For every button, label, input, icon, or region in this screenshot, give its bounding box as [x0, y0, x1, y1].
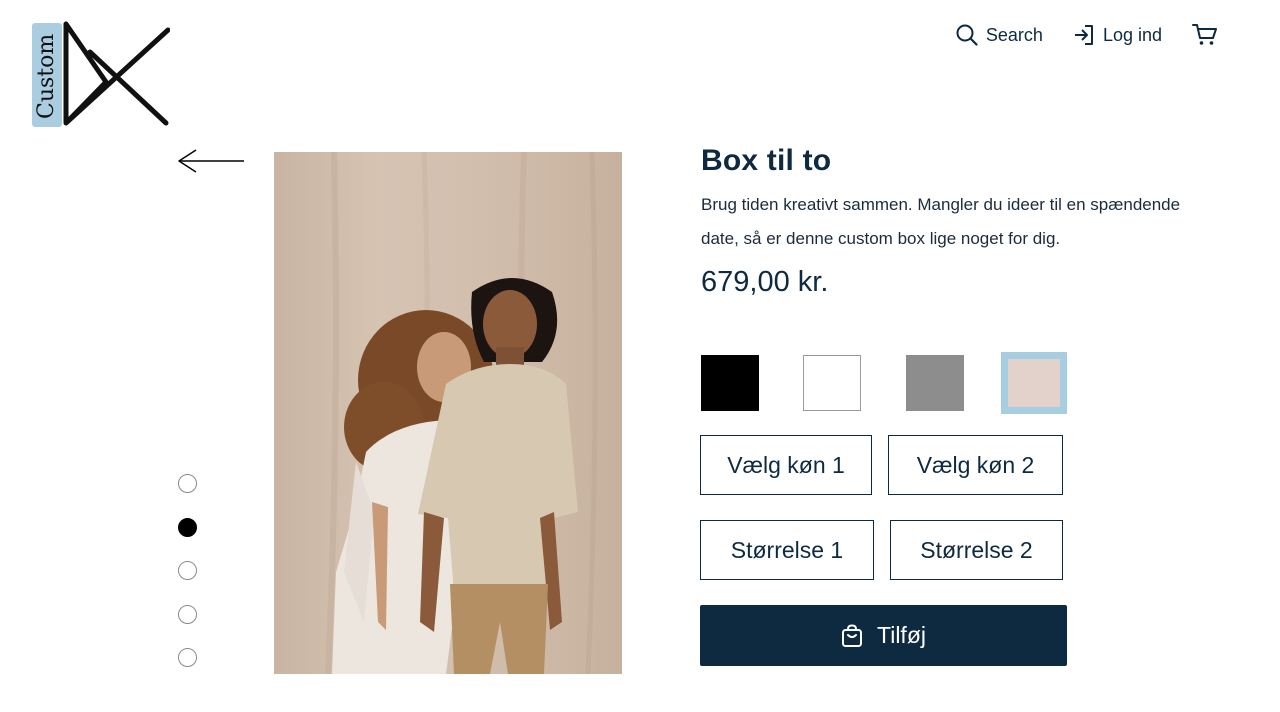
brand-logo[interactable]: Custom — [30, 20, 170, 128]
login-icon — [1073, 24, 1095, 46]
color-swatch-white[interactable] — [803, 355, 861, 411]
search-label: Search — [985, 24, 1043, 45]
login-link[interactable]: Log ind — [1073, 24, 1162, 46]
product-price: 679,00 kr. — [701, 266, 829, 298]
gallery-pagination — [178, 474, 197, 667]
add-to-cart-button[interactable]: Tilføj — [700, 605, 1067, 666]
color-swatches — [701, 352, 1067, 414]
search-link[interactable]: Search — [956, 24, 1043, 46]
size-select-1[interactable]: Størrelse 1 — [700, 520, 874, 580]
login-label: Log ind — [1102, 24, 1162, 45]
product-image — [274, 152, 622, 674]
color-swatch-grey[interactable] — [906, 355, 964, 411]
color-swatch-black[interactable] — [701, 355, 759, 411]
size-select-2[interactable]: Størrelse 2 — [890, 520, 1063, 580]
back-button[interactable] — [176, 148, 248, 174]
gallery-dot-3[interactable] — [178, 561, 197, 580]
add-to-cart-label: Tilføj — [877, 622, 926, 648]
color-swatch-pink-selected[interactable] — [1001, 352, 1067, 414]
header-nav: Search Log ind — [956, 20, 1218, 50]
product-description: Brug tiden kreativt sammen. Mangler du i… — [701, 195, 1181, 248]
logo-bx-mark — [63, 21, 170, 126]
cart-button[interactable] — [1192, 23, 1218, 47]
cart-icon — [1192, 23, 1218, 47]
logo-text: Custom — [34, 33, 59, 119]
product-title: Box til to — [701, 144, 832, 177]
gallery-dot-5[interactable] — [178, 648, 197, 667]
gallery-dot-2[interactable] — [178, 517, 197, 537]
gallery-dot-4[interactable] — [178, 604, 197, 624]
gallery-dot-1[interactable] — [178, 474, 197, 493]
arrow-left-icon — [178, 149, 244, 173]
shopping-bag-icon — [841, 623, 863, 648]
gender-select-2[interactable]: Vælg køn 2 — [888, 435, 1063, 495]
search-icon — [956, 24, 978, 46]
gender-select-1[interactable]: Vælg køn 1 — [700, 435, 872, 495]
